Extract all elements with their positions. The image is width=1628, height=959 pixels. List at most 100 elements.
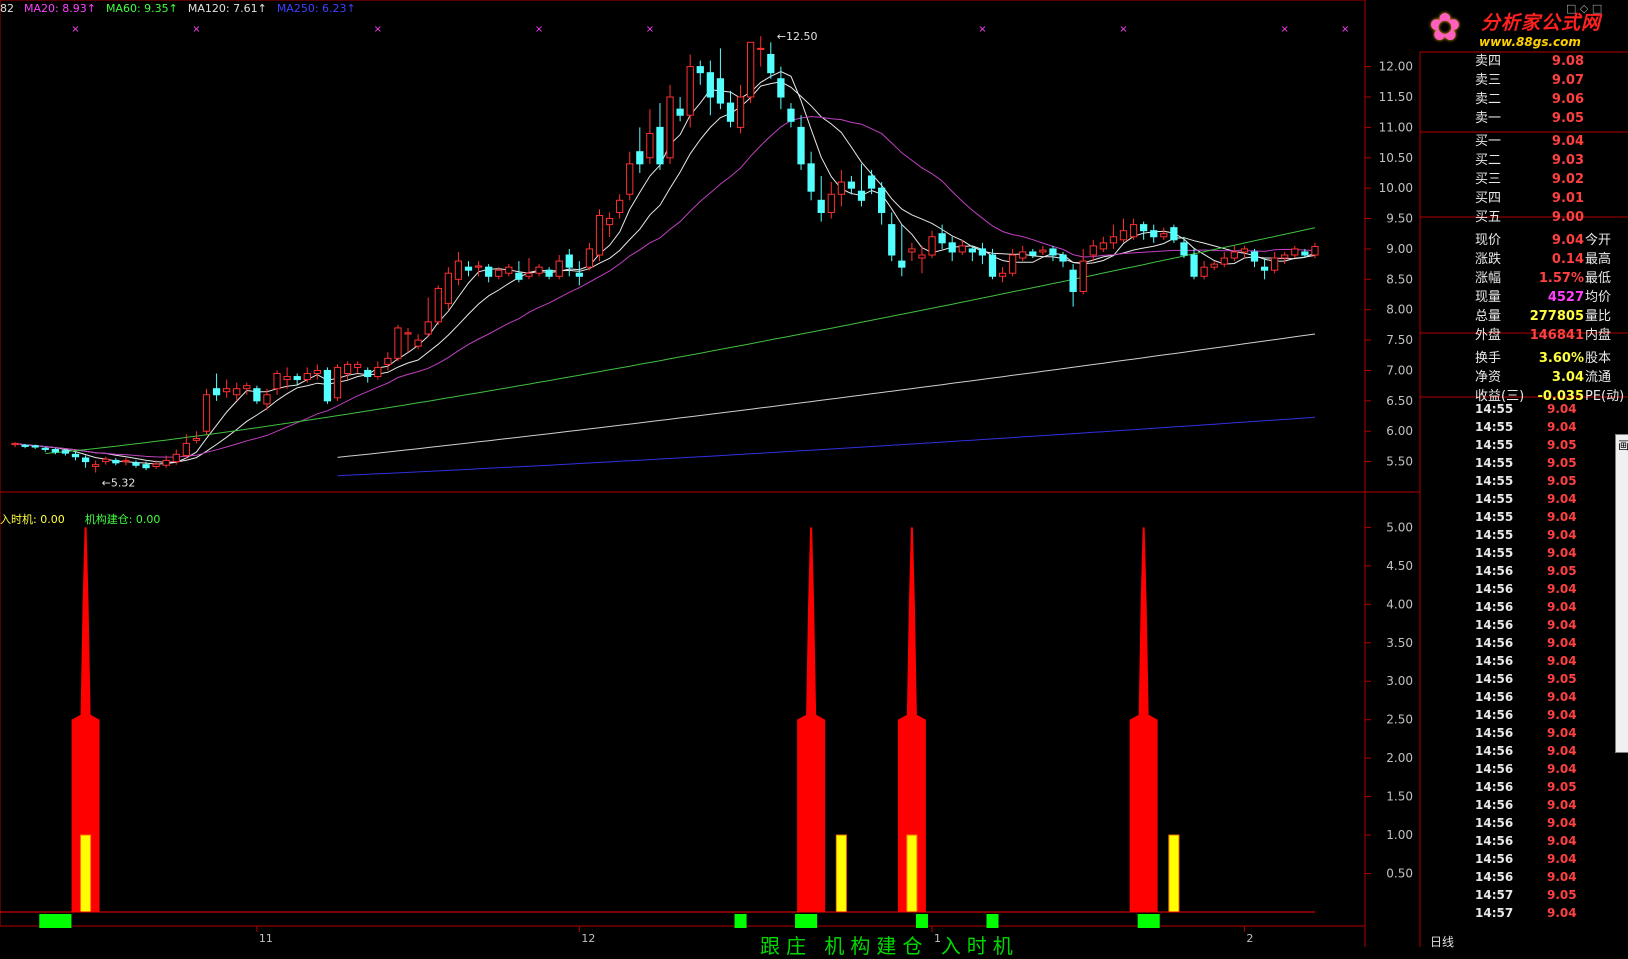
candle-body [1109,236,1118,244]
tick-price: 9.04 [1547,708,1577,722]
watermark-title: 分析家公式网 [1481,12,1602,34]
tick-row: 14:56 9.05 [1472,778,1592,796]
tick-row: 14:56 9.04 [1472,580,1592,598]
tick-row: 14:56 9.04 [1472,814,1592,832]
tick-price: 9.04 [1547,906,1577,920]
tick-row: 14:57 9.05 [1472,886,1592,904]
candle-body [988,254,997,277]
quote-value: 9.07 [1551,73,1584,88]
tick-time: 14:56 [1475,600,1514,614]
tick-row: 14:57 9.04 [1472,904,1592,922]
indicator-yellow-bar [906,834,918,913]
candle-body [1190,254,1198,277]
candle-body [696,66,704,74]
candle-body [837,181,845,195]
candle-body [585,248,594,268]
candle-body [777,78,785,98]
tick-time: 14:56 [1475,834,1514,848]
tick-time: 14:56 [1475,852,1514,866]
green-signal-box [734,914,747,928]
candle-body [787,108,795,122]
candle-body [142,464,150,469]
tick-price: 9.04 [1547,618,1577,632]
candle-body [898,260,906,268]
tick-time: 14:55 [1475,456,1514,470]
candle-body [807,163,815,192]
period-label[interactable]: 日线 [1430,933,1454,950]
tick-price: 9.04 [1547,690,1577,704]
tick-price: 9.04 [1547,420,1577,434]
tick-time: 14:56 [1475,618,1514,632]
candle-body [595,215,604,256]
tick-price: 9.04 [1547,852,1577,866]
candle-body [515,272,523,280]
quote-label-secondary: 流通 [1585,370,1612,385]
candle-body [21,444,29,447]
ma-legend-item-1: MA20: 8.93↑ [24,2,96,15]
signal-marker: × [374,24,382,35]
candle-body [233,388,241,396]
y-tick-label: 7.00 [1386,363,1413,377]
candle-body [1089,245,1097,256]
tick-price: 9.04 [1547,762,1577,776]
signal-marker: × [1341,24,1349,35]
candle-body [414,339,422,347]
tick-price: 9.04 [1547,798,1577,812]
ma-legend-item-4: MA250: 6.23↑ [276,2,356,15]
candle-body [424,321,432,335]
candle-body [767,53,775,74]
candle-body [555,260,563,277]
candle-body [495,269,503,277]
side-popup[interactable]: 画 [1615,434,1628,753]
candle-body [11,442,19,446]
ind-y-tick-label: 2.50 [1386,713,1413,727]
tick-time: 14:56 [1475,816,1514,830]
tick-time: 14:55 [1475,510,1514,524]
ind-y-tick-label: 1.50 [1386,790,1413,804]
ma-legend: 82 MA20: 8.93↑ MA60: 9.35↑ MA120: 7.61↑ MA25… [0,2,366,15]
tick-row: 14:55 9.05 [1472,472,1592,490]
tick-row: 14:56 9.04 [1472,616,1592,634]
candle-body [958,245,966,253]
signal-marker: × [1119,24,1127,35]
quote-row: 现量 4527 均价 [1472,288,1620,307]
tick-price: 9.05 [1547,564,1577,578]
quote-value: 4527 [1547,290,1584,305]
candle-body [343,363,352,374]
candle-body [857,190,866,201]
candle-body [1160,233,1168,238]
tick-time: 14:55 [1475,420,1514,434]
candle-body [71,453,80,458]
quote-row: 涨跌 0.14 最高 [1472,250,1620,269]
candle-body [364,369,372,378]
tick-time: 14:56 [1475,564,1514,578]
quote-label: 买五 [1475,210,1502,225]
signal-marker: × [646,24,654,35]
candle-body [283,376,291,381]
ind-y-tick-label: 4.50 [1386,559,1413,573]
candle-body [444,272,452,305]
tick-time: 14:57 [1475,906,1514,920]
tick-row: 14:56 9.04 [1472,634,1592,652]
candle-body [716,78,725,104]
tick-time: 14:57 [1475,888,1514,902]
tick-row: 14:56 9.05 [1472,670,1592,688]
quote-label-secondary: 均价 [1585,290,1612,305]
candle-body [474,265,483,268]
candle-body [978,248,987,256]
kline-chart[interactable]: 12.00 11.50 11.00 10.50 10.00 9.50 9.00 8.50 8.0… [0,0,1628,947]
y-tick-label: 10.50 [1379,151,1413,165]
candle-body [31,445,39,448]
candle-body [1180,242,1188,256]
candle-body [1009,254,1017,274]
quote-label: 卖二 [1475,92,1502,107]
tick-price: 9.04 [1547,654,1577,668]
candle-body [575,272,583,277]
tick-price: 9.05 [1547,780,1577,794]
candle-body [434,287,442,323]
tick-time: 14:56 [1475,726,1514,740]
candle-body [1271,257,1279,271]
candle-body [1200,266,1208,277]
ind-y-tick-label: 4.00 [1386,597,1413,611]
candle-body [323,369,332,402]
